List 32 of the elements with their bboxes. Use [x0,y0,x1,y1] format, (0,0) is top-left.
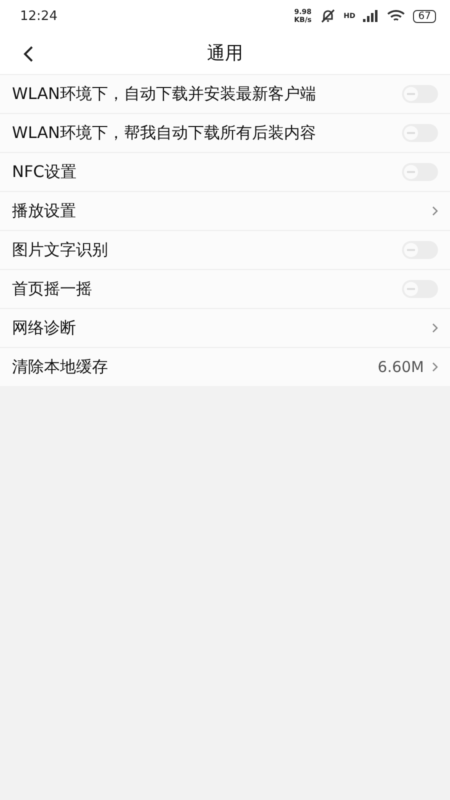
status-time: 12:24 [20,8,58,24]
chevron-icon [432,206,438,216]
settings-row[interactable]: 清除本地缓存 6.60M [0,347,450,386]
signal-icon [363,10,380,22]
setting-label: 首页摇一摇 [12,278,93,300]
back-icon [22,45,34,63]
settings-row[interactable]: 播放设置 [0,191,450,230]
settings-row[interactable]: WLAN环境下，自动下载并安装最新客户端 [0,74,450,113]
setting-label: 图片文字识别 [12,240,109,260]
toggle-switch[interactable] [402,85,438,103]
toggle-switch[interactable] [402,124,438,142]
page-title: 通用 [207,42,243,65]
setting-value: 6.60M [378,358,424,376]
battery-indicator: 67 [413,10,436,22]
wifi-icon [387,10,406,22]
toggle-switch[interactable] [402,241,438,259]
toggle-switch[interactable] [402,163,438,181]
muted-bell-icon [320,9,336,23]
settings-row[interactable]: WLAN环境下，帮我自动下载所有后装内容 [0,113,450,152]
settings-row[interactable]: NFC设置 [0,152,450,191]
setting-label: 播放设置 [12,200,77,222]
settings-row[interactable]: 图片文字识别 [0,230,450,269]
settings-row[interactable]: 首页摇一摇 [0,269,450,308]
chevron-icon [432,362,438,372]
chevron-icon [432,323,438,333]
settings-row[interactable]: 网络诊断 [0,308,450,347]
toggle-switch[interactable] [402,280,438,298]
setting-label: 网络诊断 [12,318,77,338]
setting-label: 清除本地缓存 [12,356,109,378]
setting-label: WLAN环境下，帮我自动下载所有后装内容 [12,122,318,144]
setting-label: WLAN环境下，自动下载并安装最新客户端 [12,84,318,104]
setting-label: NFC设置 [12,162,78,182]
